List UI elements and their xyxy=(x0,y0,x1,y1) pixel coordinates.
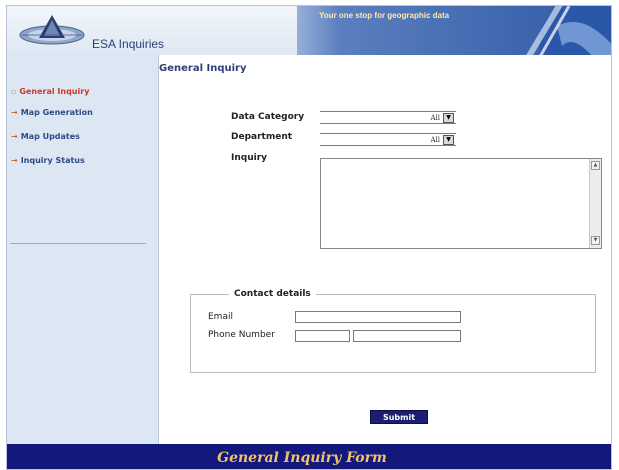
chevron-down-icon[interactable]: ▼ xyxy=(443,113,454,123)
footer-title: General Inquiry Form xyxy=(217,450,387,466)
header-banner: ESA Inquiries Your one stop for geograph… xyxy=(7,6,611,55)
sidebar-item-label: General Inquiry xyxy=(19,87,90,96)
globe-icon xyxy=(526,6,611,55)
sidebar-item-label: Inquiry Status xyxy=(20,156,85,165)
logo-icon xyxy=(19,15,85,45)
department-value: All xyxy=(430,136,440,144)
bullet-icon: ▫ xyxy=(11,87,17,96)
phone-number-label: Phone Number xyxy=(208,330,275,340)
textarea-scrollbar[interactable]: ▲ ▼ xyxy=(589,159,601,248)
tagline: Your one stop for geographic data xyxy=(319,11,450,20)
sidebar-item-map-updates[interactable]: → Map Updates xyxy=(11,132,80,141)
sidebar-item-inquiry-status[interactable]: → Inquiry Status xyxy=(11,156,85,165)
data-category-select[interactable]: All ▼ xyxy=(320,111,456,124)
email-field[interactable] xyxy=(295,311,461,323)
phone-number-field[interactable] xyxy=(353,330,461,342)
department-select[interactable]: All ▼ xyxy=(320,133,456,146)
chevron-down-icon[interactable]: ▼ xyxy=(443,135,454,145)
page-title: General Inquiry xyxy=(159,63,247,74)
email-label: Email xyxy=(208,312,233,322)
scroll-down-icon[interactable]: ▼ xyxy=(591,236,600,245)
data-category-value: All xyxy=(430,114,440,122)
arrow-icon: → xyxy=(11,132,18,141)
arrow-icon: → xyxy=(11,108,18,117)
sidebar-item-map-generation[interactable]: → Map Generation xyxy=(11,108,93,117)
sidebar-item-label: Map Generation xyxy=(20,108,93,117)
sidebar-divider xyxy=(10,243,146,244)
scroll-up-icon[interactable]: ▲ xyxy=(591,161,600,170)
data-category-label: Data Category xyxy=(231,112,305,122)
submit-button[interactable]: Submit xyxy=(370,410,428,424)
arrow-icon: → xyxy=(11,156,18,165)
brand-name: ESA Inquiries xyxy=(92,37,165,51)
department-label: Department xyxy=(231,132,293,142)
sidebar-item-general-inquiry[interactable]: ▫ General Inquiry xyxy=(11,87,89,96)
contact-details-legend: Contact details xyxy=(229,289,316,299)
inquiry-textarea[interactable]: ▲ ▼ xyxy=(320,158,602,249)
sidebar: ▫ General Inquiry → Map Generation → Map Up… xyxy=(7,55,159,444)
sidebar-item-label: Map Updates xyxy=(20,132,80,141)
inquiry-label: Inquiry xyxy=(231,153,267,163)
phone-area-code-field[interactable] xyxy=(295,330,350,342)
